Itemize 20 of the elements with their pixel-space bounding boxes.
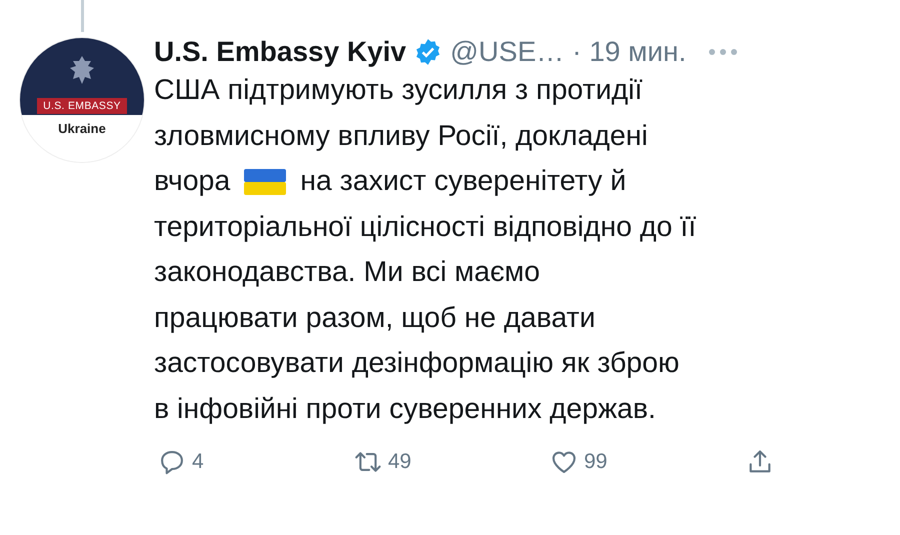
action-count: 49 <box>388 450 412 474</box>
tweet-text-line: США підтримують зусилля з протидії <box>154 73 642 108</box>
tweet-text-line: на захист суверенітету й <box>300 164 626 199</box>
account-name[interactable]: U.S. Embassy Kyiv <box>154 36 406 68</box>
tweet-text-line: територіальної цілісності відповідно до її <box>154 210 696 244</box>
tweet-text-line: законодавства. Ми всі маємо <box>154 255 540 290</box>
tweet-text-line: зловмисному впливу Росії, докладені <box>154 118 648 154</box>
action-count: 99 <box>584 450 608 474</box>
tweet-text-line: застосовувати дезінформацію як зброю <box>154 346 680 381</box>
avatar-banner: U.S. EMBASSY <box>37 98 127 114</box>
reply-icon[interactable] <box>158 448 186 476</box>
account-handle[interactable]: @USE… <box>450 36 564 68</box>
action-count: 4 <box>192 450 204 474</box>
tweet-time[interactable]: · 19 мин. <box>572 36 686 68</box>
tweet-text-line: вчора <box>154 164 230 199</box>
tweet-text-line: в інфовійні проти суверенних держав. <box>154 392 656 426</box>
tweet-text-line: працювати разом, щоб не давати <box>154 300 596 336</box>
avatar-caption: Ukraine <box>58 121 106 136</box>
ukraine-flag-icon <box>244 168 286 195</box>
avatar[interactable]: U.S. EMBASSY Ukraine <box>20 38 144 162</box>
